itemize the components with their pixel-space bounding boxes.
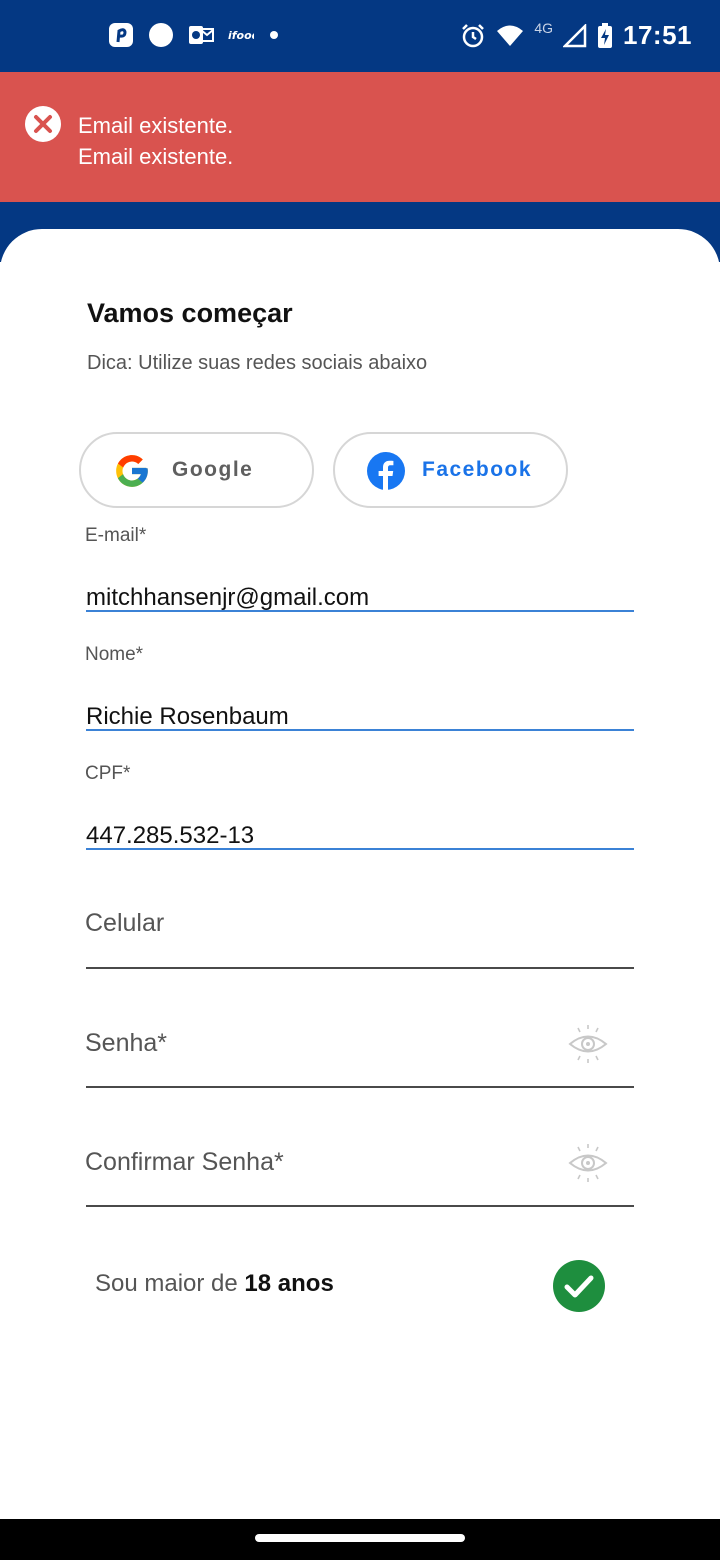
outlook-icon bbox=[189, 26, 214, 44]
error-line: Email existente. bbox=[78, 113, 234, 138]
email-label: E-mail* bbox=[85, 525, 147, 546]
google-login-button[interactable]: Google bbox=[79, 432, 314, 508]
phone-underline bbox=[86, 967, 634, 969]
facebook-icon bbox=[367, 452, 405, 490]
page-subtitle: Dica: Utilize suas redes sociais abaixo bbox=[87, 352, 428, 374]
dot-icon bbox=[270, 31, 278, 39]
battery-charging-icon bbox=[598, 22, 612, 48]
email-underline bbox=[86, 610, 634, 612]
clock: 17:51 bbox=[623, 20, 692, 50]
page-title: Vamos começar bbox=[87, 298, 293, 328]
system-icons: 4G 17:51 bbox=[460, 20, 692, 51]
signup-card bbox=[0, 229, 720, 1519]
google-icon bbox=[116, 455, 148, 487]
error-close-icon[interactable] bbox=[25, 106, 61, 142]
ifood-icon: ifood bbox=[228, 29, 254, 42]
status-bar: ifood 4G 17:51 bbox=[0, 0, 720, 72]
cpf-field[interactable]: 447.285.532-13 bbox=[86, 822, 254, 850]
show-confirm-password-eye-icon[interactable] bbox=[567, 1142, 609, 1184]
show-password-eye-icon[interactable] bbox=[567, 1023, 609, 1065]
facebook-label: Facebook bbox=[422, 458, 533, 481]
confirm-password-field[interactable]: Confirmar Senha* bbox=[85, 1148, 284, 1177]
name-underline bbox=[86, 729, 634, 731]
signal-icon bbox=[563, 23, 587, 47]
error-line: Email existente. bbox=[78, 144, 234, 169]
phone-field[interactable]: Celular bbox=[85, 909, 164, 938]
notification-icons: ifood bbox=[108, 22, 280, 48]
network-type: 4G bbox=[534, 19, 553, 36]
svg-text:ifood: ifood bbox=[228, 29, 254, 42]
email-field[interactable]: mitchhansenjr@gmail.com bbox=[86, 584, 369, 612]
pinterest-icon bbox=[109, 23, 133, 47]
confirm-password-underline bbox=[86, 1205, 634, 1207]
home-gesture-handle[interactable] bbox=[255, 1534, 465, 1542]
name-field[interactable]: Richie Rosenbaum bbox=[86, 703, 289, 731]
google-label: Google bbox=[172, 458, 254, 481]
age-bold: 18 anos bbox=[244, 1270, 334, 1297]
age-prefix: Sou maior de bbox=[95, 1270, 245, 1297]
facebook-login-button[interactable]: Facebook bbox=[333, 432, 568, 508]
cpf-label: CPF* bbox=[85, 763, 131, 784]
age-check-icon[interactable] bbox=[553, 1260, 605, 1312]
cpf-underline bbox=[86, 848, 634, 850]
error-message: Email existente. Email existente. bbox=[78, 110, 233, 172]
name-label: Nome* bbox=[85, 644, 144, 665]
age-confirmation-label: Sou maior de 18 anos bbox=[95, 1270, 334, 1298]
password-underline bbox=[86, 1086, 634, 1088]
alarm-icon bbox=[462, 23, 485, 47]
wifi-icon bbox=[497, 25, 524, 46]
password-field[interactable]: Senha* bbox=[85, 1029, 167, 1058]
circle-icon bbox=[149, 23, 173, 47]
